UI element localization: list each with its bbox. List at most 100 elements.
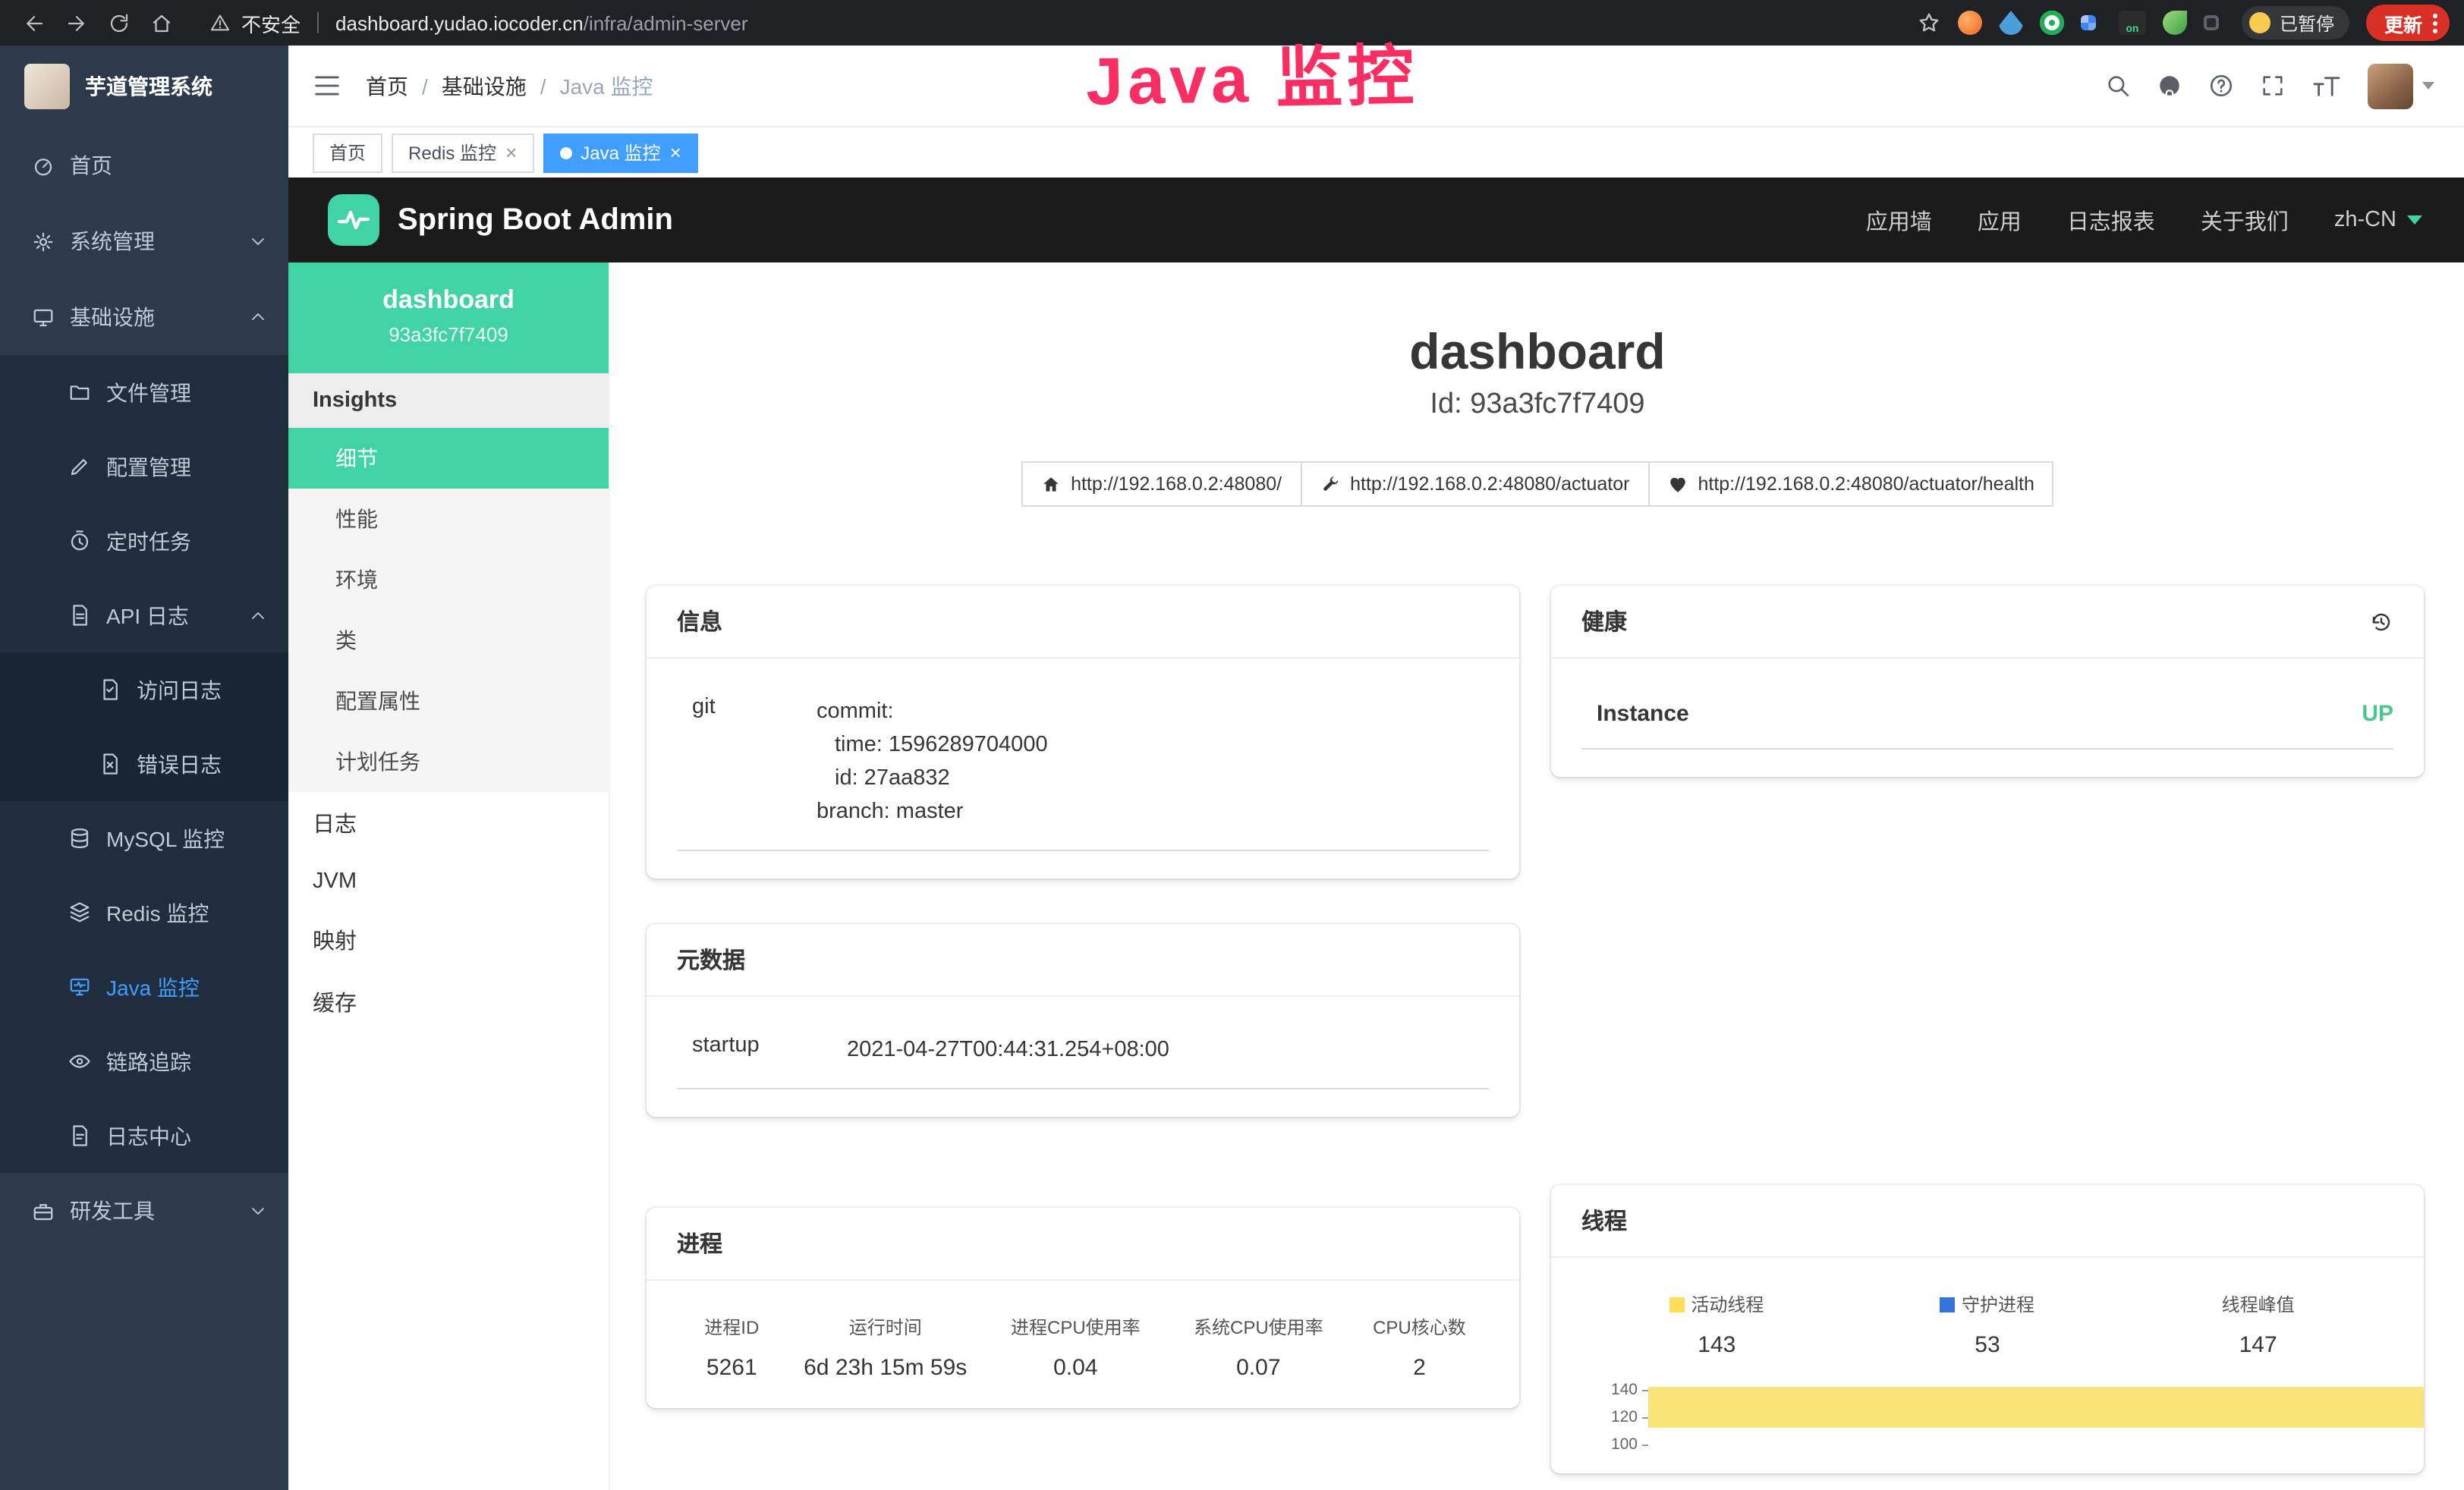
sidebar-item-mysql-monitor[interactable]: MySQL 监控 [0,801,288,875]
app-logo-row[interactable]: 芋道管理系统 [0,46,288,127]
bookmark-star-icon[interactable] [1917,11,1941,35]
health-url-link[interactable]: http://192.168.0.2:48080/actuator/health [1647,461,2053,507]
back-icon[interactable] [15,5,52,41]
sba-item-details[interactable]: 细节 [288,428,609,489]
forward-icon[interactable] [58,5,94,41]
search-icon[interactable] [2105,73,2131,99]
close-icon[interactable]: × [505,143,517,162]
close-icon[interactable]: × [670,143,681,162]
leaf-extension-icon[interactable] [2163,11,2187,35]
sidebar-item-java-monitor[interactable]: Java 监控 [0,950,288,1024]
sidebar-item-dev-tools[interactable]: 研发工具 [0,1173,288,1249]
sba-item-mappings[interactable]: 映射 [288,909,609,971]
layers-icon [67,901,91,925]
sba-item-logs[interactable]: 日志 [288,792,609,854]
address-bar[interactable]: 不安全 dashboard.yudao.iocoder.cn/infra/adm… [209,8,748,37]
health-card: 健康 Instance UP [1551,586,2424,777]
tab-java-monitor[interactable]: Java 监控× [543,133,698,172]
instance-links: http://192.168.0.2:48080/ http://192.168… [610,461,2464,507]
breadcrumb-separator: / [540,74,546,98]
menu-dots-icon[interactable] [2433,13,2437,33]
monitor-icon [30,305,55,329]
paused-badge[interactable]: 已暂停 [2242,6,2349,39]
sidebar-item-system[interactable]: 系统管理 [0,203,288,279]
gear-icon [30,229,55,253]
process-col-header: 进程CPU使用率 [984,1314,1167,1340]
sba-nav-about[interactable]: 关于我们 [2201,204,2289,236]
breadcrumb-home[interactable]: 首页 [366,71,408,101]
timer-icon [67,529,91,553]
url-text: dashboard.yudao.iocoder.cn/infra/admin-s… [335,11,747,34]
sba-item-metrics[interactable]: 性能 [288,489,609,549]
sba-item-scheduled-tasks[interactable]: 计划任务 [288,731,609,792]
sidebar-item-error-logs[interactable]: 错误日志 [0,727,288,801]
sidebar-item-home[interactable]: 首页 [0,127,288,203]
tab-home[interactable]: 首页 [313,133,382,172]
app-sidebar: 芋道管理系统 首页 系统管理 基础设施 文件管理 [0,46,288,1490]
actuator-url-link[interactable]: http://192.168.0.2:48080/actuator [1300,461,1649,507]
sidebar-item-log-center[interactable]: 日志中心 [0,1099,288,1173]
puzzle-extension-icon[interactable] [2204,15,2219,30]
breadcrumb-infrastructure[interactable]: 基础设施 [442,71,527,101]
sba-item-beans[interactable]: 类 [288,610,609,671]
health-status-badge: UP [2362,701,2393,727]
sba-nav-wallboard[interactable]: 应用墙 [1866,204,1932,236]
app-logo [24,64,70,109]
threads-chart: 140 120 100 [1581,1376,2424,1473]
sidebar-item-label: 系统管理 [70,226,155,256]
history-icon[interactable] [2369,609,2393,633]
instance-header[interactable]: dashboard 93a3fc7f7409 [288,262,609,373]
tags-view: 首页 Redis 监控× Java 监控× [288,127,2464,178]
active-threads-header: 活动线程 [1581,1291,1852,1317]
threads-chart-plot [1648,1376,2424,1473]
health-url-label: http://192.168.0.2:48080/actuator/health [1698,473,2034,495]
drop-extension-icon[interactable] [1999,11,2023,35]
dashboard-icon [30,153,55,178]
sba-item-config-props[interactable]: 配置属性 [288,671,609,731]
sba-item-caches[interactable]: 缓存 [288,971,609,1033]
tab-redis-monitor[interactable]: Redis 监控× [392,133,533,172]
instance-id: 93a3fc7f7409 [301,323,596,346]
user-menu[interactable] [2368,63,2434,108]
cpu-cores: 2 [1350,1355,1489,1381]
sidebar-item-label: 错误日志 [137,749,222,779]
active-threads-value: 143 [1581,1332,1852,1358]
update-button[interactable]: 更新 [2366,5,2450,41]
font-size-icon[interactable] [2311,74,2342,98]
wrench-icon [1320,474,1339,494]
sidebar-item-tracing[interactable]: 链路追踪 [0,1024,288,1099]
help-icon[interactable] [2208,73,2234,99]
reload-icon[interactable] [100,5,137,41]
sba-item-environment[interactable]: 环境 [288,549,609,610]
sba-nav-applications[interactable]: 应用 [1978,204,2022,236]
locale-select[interactable]: zh-CN [2334,208,2422,232]
sba-item-jvm[interactable]: JVM [288,854,609,909]
info-key: git [677,695,817,828]
github-icon[interactable] [2157,73,2182,99]
sidebar-item-infrastructure[interactable]: 基础设施 [0,279,288,355]
browser-home-icon[interactable] [143,5,179,41]
on-switch-extension-icon[interactable]: on [2119,11,2146,35]
sidebar-item-scheduled-tasks[interactable]: 定时任务 [0,504,288,578]
not-secure-warning-icon [209,12,231,33]
fullscreen-icon[interactable] [2260,73,2286,99]
sidebar-item-config-management[interactable]: 配置管理 [0,429,288,504]
service-url-link[interactable]: http://192.168.0.2:48080/ [1021,461,1301,507]
health-instance-label: Instance [1581,701,1689,727]
threads-card-title: 线程 [1581,1205,1627,1237]
sidebar-item-file-management[interactable]: 文件管理 [0,355,288,429]
sidebar-item-label: 配置管理 [106,451,191,482]
metadata-key: startup [677,1033,847,1067]
green-extension-icon[interactable] [2040,11,2064,35]
fox-extension-icon[interactable] [1958,11,1982,35]
sidebar-fold-icon[interactable] [313,71,341,100]
spring-boot-admin-logo[interactable] [328,194,379,246]
sidebar-item-api-logs[interactable]: API 日志 [0,578,288,652]
sidebar-item-access-logs[interactable]: 访问日志 [0,652,288,727]
sidebar-item-label: 首页 [70,150,112,181]
app-header: 首页 / 基础设施 / Java 监控 [288,46,2464,127]
sidebar-item-redis-monitor[interactable]: Redis 监控 [0,875,288,950]
sba-nav-journal[interactable]: 日志报表 [2067,204,2155,236]
sba-brand-title[interactable]: Spring Boot Admin [398,203,673,237]
grid-extension-icon[interactable] [2081,15,2096,30]
